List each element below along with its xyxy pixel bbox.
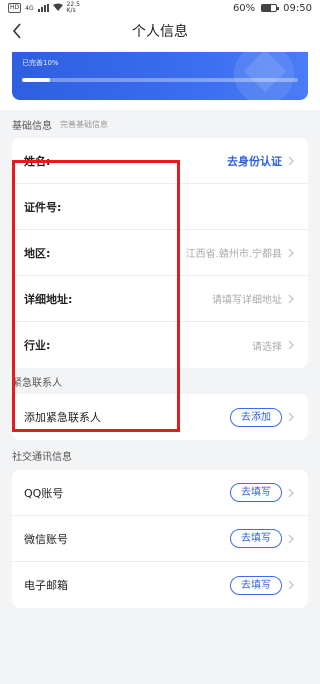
- row-address[interactable]: 详细地址: 请填写详细地址: [12, 276, 308, 322]
- basic-info-subtitle: 完善基础信息: [60, 119, 108, 129]
- add-emergency-contact-label: 添加紧急联系人: [24, 411, 101, 424]
- progress-card: 已完善10%: [12, 52, 308, 100]
- chevron-right-icon: [288, 248, 296, 258]
- fill-qq-button[interactable]: 去填写: [230, 483, 282, 502]
- id-number-label: 证件号:: [24, 200, 62, 214]
- net-speed: 22.5 K/s: [67, 2, 80, 14]
- speed-unit: K/s: [66, 7, 76, 14]
- row-add-emergency-contact[interactable]: 添加紧急联系人 去添加: [12, 394, 308, 440]
- basic-info-card: 姓名: 去身份认证 证件号: 地区: 江西省.赣州市.宁都县 详细地址: 请填写…: [12, 138, 308, 368]
- signal-icon: [37, 4, 49, 12]
- email-label: 电子邮箱: [24, 579, 68, 592]
- chevron-right-icon: [288, 534, 296, 544]
- emergency-contact-header: 紧急联系人: [12, 377, 62, 389]
- chevron-right-icon: [288, 294, 296, 304]
- fill-wechat-button[interactable]: 去填写: [230, 529, 282, 548]
- industry-select[interactable]: 请选择: [252, 338, 282, 353]
- row-email[interactable]: 电子邮箱 去填写: [12, 562, 308, 608]
- progress-fill: [22, 78, 50, 82]
- row-name[interactable]: 姓名: 去身份认证: [12, 138, 308, 184]
- status-right: 60% 09:50: [233, 3, 312, 14]
- chevron-right-icon: [288, 580, 296, 590]
- chevron-right-icon: [288, 156, 296, 166]
- address-label: 详细地址:: [24, 292, 73, 306]
- clock: 09:50: [283, 2, 312, 14]
- social-info-card: QQ账号 去填写 微信账号 去填写 电子邮箱 去填写: [12, 470, 308, 608]
- basic-info-title: 基础信息: [12, 120, 52, 132]
- row-qq[interactable]: QQ账号 去填写: [12, 470, 308, 516]
- chevron-right-icon: [288, 412, 296, 422]
- qq-label: QQ账号: [24, 486, 64, 500]
- row-wechat[interactable]: 微信账号 去填写: [12, 516, 308, 562]
- nav-bar: 个人信息: [0, 16, 320, 46]
- status-bar: HD 4G 22.5 K/s 60% 09:50: [0, 0, 320, 16]
- emergency-contact-card: 添加紧急联系人 去添加: [12, 394, 308, 440]
- region-value[interactable]: 江西省.赣州市.宁都县: [186, 245, 282, 260]
- page-title: 个人信息: [132, 24, 188, 40]
- battery-fill: [262, 5, 271, 11]
- progress-card-wrap: 已完善10%: [0, 46, 320, 110]
- region-label: 地区:: [24, 246, 51, 260]
- wechat-label: 微信账号: [24, 532, 68, 546]
- add-emergency-contact-button[interactable]: 去添加: [230, 407, 282, 427]
- progress-track: [22, 78, 298, 82]
- progress-label: 已完善10%: [22, 59, 59, 67]
- basic-info-header: 基础信息 完善基础信息: [0, 110, 320, 138]
- social-info-header: 社交通讯信息: [0, 440, 320, 470]
- status-left: HD 4G 22.5 K/s: [8, 2, 80, 14]
- address-field[interactable]: 请填写详细地址: [212, 291, 282, 306]
- name-label: 姓名:: [24, 154, 51, 168]
- social-info-title: 社交通讯信息: [12, 451, 72, 463]
- network-type: 4G: [25, 4, 34, 12]
- verify-identity-link[interactable]: 去身份认证: [227, 153, 282, 169]
- row-region[interactable]: 地区: 江西省.赣州市.宁都县: [12, 230, 308, 276]
- chevron-right-icon: [288, 340, 296, 350]
- battery-icon: [261, 4, 280, 12]
- row-id-number[interactable]: 证件号:: [12, 184, 308, 230]
- battery-percent: 60%: [232, 2, 256, 14]
- chevron-right-icon: [288, 488, 296, 498]
- industry-label: 行业:: [24, 339, 51, 352]
- wifi-icon: [52, 3, 63, 13]
- fill-email-button[interactable]: 去填写: [230, 575, 282, 595]
- row-industry[interactable]: 行业: 请选择: [12, 322, 308, 368]
- back-arrow-icon[interactable]: [6, 20, 28, 42]
- hd-badge: HD: [8, 3, 22, 13]
